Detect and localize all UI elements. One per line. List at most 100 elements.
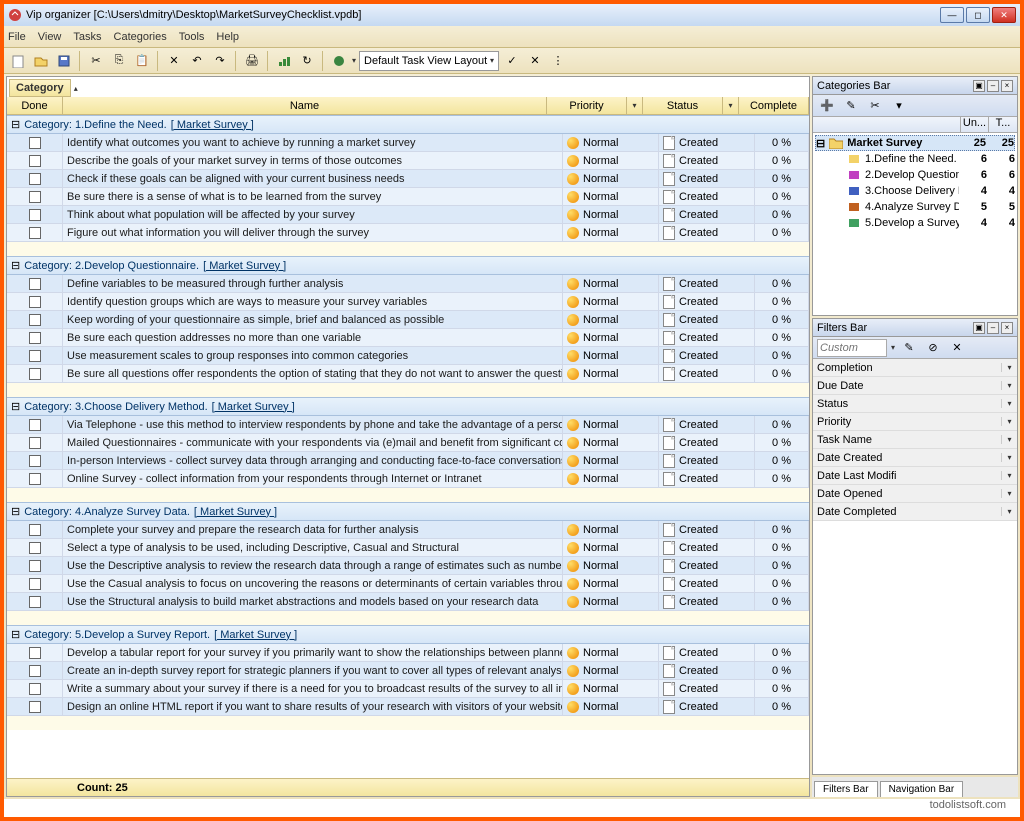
task-row[interactable]: Think about what population will be affe…	[7, 206, 809, 224]
task-row[interactable]: Select a type of analysis to be used, in…	[7, 539, 809, 557]
group-header[interactable]: ⊟Category: 4.Analyze Survey Data. [ Mark…	[7, 502, 809, 521]
delete-icon[interactable]: ✕	[164, 51, 184, 71]
undo-icon[interactable]: ↶	[187, 51, 207, 71]
done-checkbox[interactable]	[29, 455, 41, 467]
task-row[interactable]: Keep wording of your questionnaire as si…	[7, 311, 809, 329]
done-checkbox[interactable]	[29, 209, 41, 221]
col-priority[interactable]: Priority	[547, 97, 627, 114]
done-checkbox[interactable]	[29, 701, 41, 713]
copy-icon[interactable]: ⎘	[109, 51, 129, 71]
panel-min-icon[interactable]: –	[987, 80, 999, 92]
filter-row[interactable]: Date Opened▾	[813, 485, 1017, 503]
paste-icon[interactable]: 📋	[132, 51, 152, 71]
task-row[interactable]: Online Survey - collect information from…	[7, 470, 809, 488]
task-row[interactable]: Be sure there is a sense of what is to b…	[7, 188, 809, 206]
cat-col-unread[interactable]: Un...	[961, 117, 989, 132]
category-tree-item[interactable]: 2.Develop Questionnaire66	[815, 167, 1015, 183]
filter-dd-icon[interactable]: ▾	[1001, 489, 1017, 498]
fpanel-pin-icon[interactable]: ▣	[973, 322, 985, 334]
filter-del-icon[interactable]: ✕	[947, 338, 967, 358]
filter-dd-icon[interactable]: ▾	[1001, 399, 1017, 408]
task-row[interactable]: In-person Interviews - collect survey da…	[7, 452, 809, 470]
fpanel-min-icon[interactable]: –	[987, 322, 999, 334]
panel-close-icon[interactable]: ×	[1001, 80, 1013, 92]
col-status[interactable]: Status	[643, 97, 723, 114]
done-checkbox[interactable]	[29, 524, 41, 536]
task-row[interactable]: Use the Casual analysis to focus on unco…	[7, 575, 809, 593]
filter-custom-input[interactable]	[817, 339, 887, 357]
done-checkbox[interactable]	[29, 647, 41, 659]
task-row[interactable]: Complete your survey and prepare the res…	[7, 521, 809, 539]
col-done[interactable]: Done	[7, 97, 63, 114]
done-checkbox[interactable]	[29, 542, 41, 554]
menu-tools[interactable]: Tools	[179, 31, 205, 43]
filter-dd-icon[interactable]: ▾	[1001, 471, 1017, 480]
task-row[interactable]: Be sure each question addresses no more …	[7, 329, 809, 347]
panel-pin-icon[interactable]: ▣	[973, 80, 985, 92]
filter-row[interactable]: Status▾	[813, 395, 1017, 413]
filter-row[interactable]: Completion▾	[813, 359, 1017, 377]
maximize-button[interactable]: ◻	[966, 7, 990, 23]
group-header[interactable]: ⊟Category: 5.Develop a Survey Report. [ …	[7, 625, 809, 644]
task-row[interactable]: Define variables to be measured through …	[7, 275, 809, 293]
done-checkbox[interactable]	[29, 296, 41, 308]
task-row[interactable]: Mailed Questionnaires - communicate with…	[7, 434, 809, 452]
task-row[interactable]: Identify what outcomes you want to achie…	[7, 134, 809, 152]
done-checkbox[interactable]	[29, 314, 41, 326]
task-row[interactable]: Use measurement scales to group response…	[7, 347, 809, 365]
task-row[interactable]: Figure out what information you will del…	[7, 224, 809, 242]
done-checkbox[interactable]	[29, 596, 41, 608]
tool-icon-3[interactable]: ⋮	[548, 51, 568, 71]
category-tab[interactable]: Category	[9, 79, 71, 97]
task-row[interactable]: Develop a tabular report for your survey…	[7, 644, 809, 662]
done-checkbox[interactable]	[29, 683, 41, 695]
group-header[interactable]: ⊟Category: 1.Define the Need. [ Market S…	[7, 115, 809, 134]
filter-row[interactable]: Task Name▾	[813, 431, 1017, 449]
chart-icon[interactable]	[274, 51, 294, 71]
filter-apply-icon[interactable]: ✎	[899, 338, 919, 358]
tool-icon-2[interactable]: ✕	[525, 51, 545, 71]
done-checkbox[interactable]	[29, 473, 41, 485]
done-checkbox[interactable]	[29, 155, 41, 167]
category-tree-item[interactable]: ⊟Market Survey2525	[815, 135, 1015, 151]
done-checkbox[interactable]	[29, 419, 41, 431]
redo-icon[interactable]: ↷	[210, 51, 230, 71]
filter-dd-icon[interactable]: ▾	[1001, 363, 1017, 372]
cat-col-total[interactable]: T...	[989, 117, 1017, 132]
filter-dd-icon[interactable]: ▾	[1001, 507, 1017, 516]
category-tree-item[interactable]: 5.Develop a Survey Repo44	[815, 215, 1015, 231]
group-header[interactable]: ⊟Category: 3.Choose Delivery Method. [ M…	[7, 397, 809, 416]
tree-icon[interactable]	[329, 51, 349, 71]
category-tree-item[interactable]: 3.Choose Delivery Metho44	[815, 183, 1015, 199]
print-icon[interactable]: 🖨	[242, 51, 262, 71]
filter-row[interactable]: Due Date▾	[813, 377, 1017, 395]
task-row[interactable]: Use the Descriptive analysis to review t…	[7, 557, 809, 575]
cat-new-icon[interactable]: ➕	[817, 96, 837, 116]
task-row[interactable]: Identify question groups which are ways …	[7, 293, 809, 311]
done-checkbox[interactable]	[29, 332, 41, 344]
refresh-icon[interactable]: ↻	[297, 51, 317, 71]
done-checkbox[interactable]	[29, 227, 41, 239]
filter-dd-icon[interactable]: ▾	[1001, 417, 1017, 426]
cat-edit-icon[interactable]: ✎	[841, 96, 861, 116]
menu-tasks[interactable]: Tasks	[73, 31, 101, 43]
tool-icon-1[interactable]: ✓	[502, 51, 522, 71]
tab-navigation[interactable]: Navigation Bar	[880, 781, 964, 797]
cat-del-icon[interactable]: ✂	[865, 96, 885, 116]
task-row[interactable]: Write a summary about your survey if the…	[7, 680, 809, 698]
col-status-dd[interactable]: ▾	[723, 97, 739, 114]
task-row[interactable]: Describe the goals of your market survey…	[7, 152, 809, 170]
menu-file[interactable]: File	[8, 31, 26, 43]
open-icon[interactable]	[31, 51, 51, 71]
filter-clear-icon[interactable]: ⊘	[923, 338, 943, 358]
cut-icon[interactable]: ✂	[86, 51, 106, 71]
task-row[interactable]: Design an online HTML report if you want…	[7, 698, 809, 716]
done-checkbox[interactable]	[29, 560, 41, 572]
filter-row[interactable]: Priority▾	[813, 413, 1017, 431]
done-checkbox[interactable]	[29, 578, 41, 590]
menu-view[interactable]: View	[38, 31, 62, 43]
done-checkbox[interactable]	[29, 191, 41, 203]
done-checkbox[interactable]	[29, 173, 41, 185]
task-row[interactable]: Create an in-depth survey report for str…	[7, 662, 809, 680]
done-checkbox[interactable]	[29, 350, 41, 362]
